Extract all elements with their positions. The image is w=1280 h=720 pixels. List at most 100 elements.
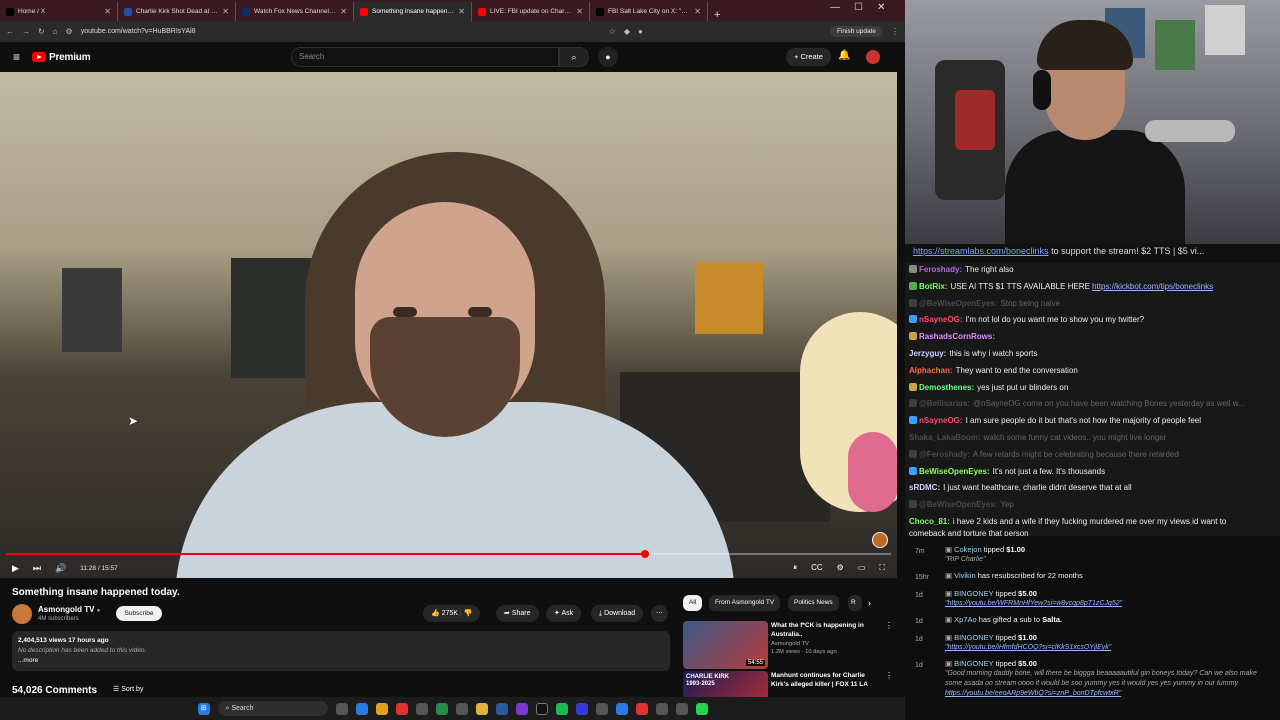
chat-username[interactable]: BeWiseOpenEyes: — [919, 467, 990, 476]
channel-name[interactable]: Asmongold TV ● — [38, 605, 100, 614]
hamburger-menu-icon[interactable]: ≡ — [13, 50, 20, 64]
event-user[interactable]: BINGONEY — [954, 659, 993, 668]
chips-next-icon[interactable]: › — [868, 598, 871, 608]
more-actions-button[interactable]: ⋯ — [651, 605, 668, 622]
event-user[interactable]: BINGONEY — [954, 589, 993, 598]
profile-icon[interactable]: ● — [638, 27, 643, 36]
recommendation-chip[interactable]: From Asmongold TV — [709, 595, 781, 611]
chat-username[interactable]: BotRix: — [919, 282, 947, 291]
chrome-icon[interactable] — [375, 702, 388, 715]
chat-username[interactable]: @Bellisarius: — [919, 399, 970, 408]
tab-close-icon[interactable]: ✕ — [458, 7, 465, 16]
sort-comments-button[interactable]: ☰ Sort by — [113, 685, 143, 693]
event-user[interactable]: Xp7Ao — [954, 615, 977, 624]
event-message-link[interactable]: "https://youtu.be/WFRMnHfYew?si=w8vcqp8p… — [945, 600, 1122, 607]
chat-username[interactable]: RashadsCornRows: — [919, 332, 995, 341]
app-icon[interactable] — [415, 702, 428, 715]
autoplay-toggle[interactable]: ⏸ — [793, 563, 797, 573]
play-button[interactable]: ▶ — [12, 563, 19, 574]
youtube-logo[interactable]: Premium — [32, 52, 91, 63]
next-button[interactable]: ⏭ — [33, 563, 41, 574]
chat-username[interactable]: Alphachan: — [909, 366, 953, 375]
thumbs-up-icon[interactable]: 👍 — [431, 610, 440, 617]
browser-tab[interactable]: Home / X ✕ — [0, 2, 118, 21]
tab-close-icon[interactable]: ✕ — [694, 7, 701, 16]
edge-icon[interactable] — [355, 702, 368, 715]
thumbs-down-icon[interactable]: 👎 — [464, 610, 473, 617]
more-options-icon[interactable]: ⋮ — [885, 671, 893, 680]
browser-tab[interactable]: Something insane happened to ✕ — [354, 2, 472, 21]
like-count[interactable]: 275K — [442, 610, 458, 617]
recommendation-chip[interactable]: Politics News — [788, 595, 839, 611]
chat-username[interactable]: nSayneOG: — [919, 315, 963, 324]
app-icon[interactable] — [395, 702, 408, 715]
voice-search-button[interactable]: ● — [598, 47, 618, 67]
browser-tab[interactable]: FBI Salt Lake City on X: "We ar ✕ — [590, 2, 708, 21]
download-button[interactable]: ⤓ Download — [591, 605, 644, 622]
bookmark-star-icon[interactable]: ☆ — [609, 27, 616, 36]
channel-avatar[interactable] — [12, 604, 32, 624]
app-icon[interactable] — [455, 702, 468, 715]
chat-username[interactable]: Jerzyguy: — [909, 349, 946, 358]
search-input[interactable]: Search — [291, 47, 559, 67]
tab-close-icon[interactable]: ✕ — [576, 7, 583, 16]
chat-username[interactable]: Choco_81: — [909, 517, 950, 526]
browser-tab[interactable]: Watch Fox News Channel Onlin ✕ — [236, 2, 354, 21]
description-more-link[interactable]: ...more — [18, 656, 664, 666]
create-button[interactable]: + Create — [786, 48, 831, 66]
ask-button[interactable]: ✦ Ask — [546, 605, 582, 622]
forward-icon[interactable]: → — [22, 27, 30, 36]
subscribe-button[interactable]: Subscribe — [116, 606, 162, 621]
app-icon[interactable] — [675, 702, 688, 715]
app-icon[interactable] — [635, 702, 648, 715]
chat-username[interactable]: @BeWiseOpenEyes: — [919, 299, 997, 308]
taskbar-search[interactable]: ⌕ Search — [217, 701, 328, 716]
notifications-bell-icon[interactable]: 🔔 — [838, 50, 850, 61]
windows-start-icon[interactable]: ⊞ — [197, 702, 210, 715]
new-tab-button[interactable]: + — [708, 9, 726, 21]
captions-button[interactable]: CC — [811, 563, 823, 573]
recommended-video[interactable]: 54:55 What the f*CK is happening in Aust… — [683, 621, 893, 669]
channel-watermark-icon[interactable] — [872, 532, 888, 548]
chat-username[interactable]: @BeWiseOpenEyes: — [919, 500, 997, 509]
tab-close-icon[interactable]: ✕ — [104, 7, 111, 16]
description-box[interactable]: 2,404,513 views 17 hours ago No descript… — [12, 631, 670, 671]
chat-username[interactable]: nSayneOG: — [919, 416, 963, 425]
app-icon[interactable] — [595, 702, 608, 715]
event-user[interactable]: Vivikin — [954, 571, 976, 580]
share-button[interactable]: ➦ Share — [496, 605, 539, 622]
account-avatar[interactable] — [866, 50, 880, 64]
back-icon[interactable]: ← — [6, 27, 14, 36]
minimize-button[interactable]: — — [830, 2, 840, 13]
event-user[interactable]: BINGONEY — [954, 633, 993, 642]
app-icon[interactable] — [615, 702, 628, 715]
event-user[interactable]: Cokejon — [954, 545, 982, 554]
chat-username[interactable]: Feroshady: — [919, 265, 962, 274]
chat-username[interactable]: Shaka_LakaBoom: — [909, 433, 981, 442]
fullscreen-button[interactable]: ⛶ — [879, 563, 885, 573]
recommendation-chip[interactable]: All — [683, 595, 703, 611]
app-icon[interactable] — [575, 702, 588, 715]
video-player[interactable]: ➤ — [0, 72, 897, 578]
event-message-link[interactable]: "https://youtu.be/iHfmfdHCOQ?si=clKkS1xc… — [945, 644, 1111, 651]
maximize-button[interactable]: ☐ — [854, 2, 863, 13]
theater-mode-button[interactable]: ▭ — [858, 563, 866, 573]
app-icon[interactable] — [695, 702, 708, 715]
event-message-link[interactable]: https://youtu.be/eeoARp9eWbQ?si=znP_bonD… — [945, 690, 1121, 697]
url-field[interactable]: youtube.com/watch?v=HuBBRIsYAl8 — [81, 28, 601, 35]
site-info-icon[interactable]: ⚙ — [66, 27, 73, 36]
browser-menu-icon[interactable]: ⋮ — [891, 27, 899, 36]
tab-close-icon[interactable]: ✕ — [340, 7, 347, 16]
browser-tab[interactable]: LIVE: FBI update on Charlie Kirk ✕ — [472, 2, 590, 21]
chat-username[interactable]: sRDMC: — [909, 483, 940, 492]
app-icon[interactable] — [515, 702, 528, 715]
file-explorer-icon[interactable] — [475, 702, 488, 715]
app-icon[interactable] — [435, 702, 448, 715]
extensions-icon[interactable]: ◆ — [624, 27, 630, 36]
settings-gear-icon[interactable]: ⚙ — [837, 563, 844, 573]
browser-tab[interactable]: Charlie Kirk Shot Dead at 31: S ✕ — [118, 2, 236, 21]
video-scrubber-handle[interactable] — [640, 550, 649, 558]
volume-icon[interactable]: 🔊 — [55, 563, 66, 574]
tab-close-icon[interactable]: ✕ — [222, 7, 229, 16]
more-options-icon[interactable]: ⋮ — [885, 621, 893, 630]
